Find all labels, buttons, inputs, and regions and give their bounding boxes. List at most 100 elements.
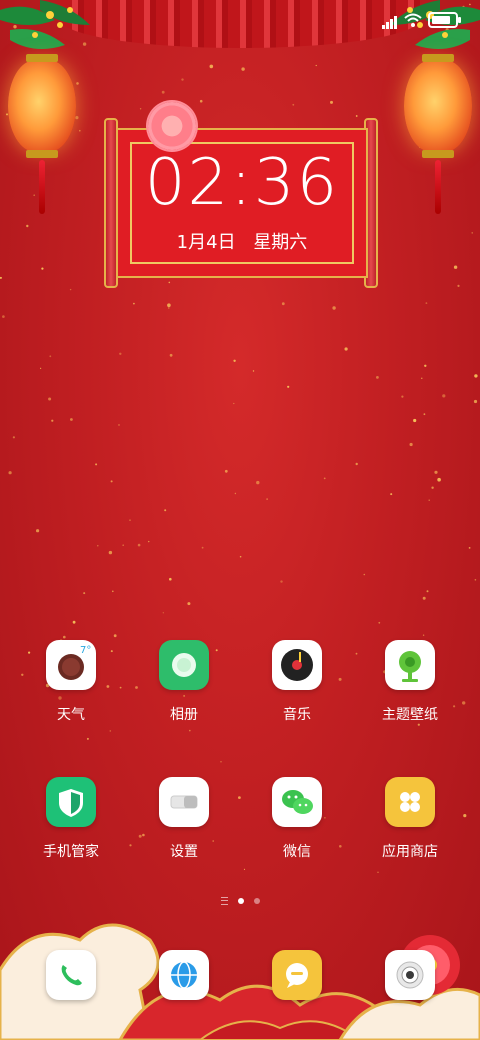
browser-icon <box>171 961 197 989</box>
sparkle-dot <box>72 620 76 624</box>
sparkle-dot <box>48 397 52 401</box>
sparkle-dot <box>457 284 460 287</box>
sparkle-dot <box>164 509 167 512</box>
sparkle-dot <box>199 99 203 103</box>
sparkle-dot <box>139 108 142 110</box>
sparkle-dot <box>41 267 44 270</box>
sparkle-dot <box>162 612 164 614</box>
sparkle-dot <box>129 519 131 521</box>
flower-decoration <box>148 102 196 150</box>
app-store[interactable]: 应用商店 <box>360 777 460 861</box>
sparkle-dot <box>243 868 246 871</box>
page-dot-2[interactable] <box>253 898 260 904</box>
app-label: 音乐 <box>283 707 311 723</box>
app-label: 手机管家 <box>43 844 99 860</box>
sparkle-dot <box>187 602 191 606</box>
sparkle-dot <box>474 374 478 378</box>
sparkle-dot <box>169 577 172 581</box>
gallery-icon <box>159 640 209 690</box>
app-label: 应用商店 <box>382 844 438 860</box>
clock-weekday: 星期六 <box>253 232 308 253</box>
app-wechat[interactable]: 微信 <box>247 777 347 861</box>
sparkle-dot <box>40 367 42 369</box>
sparkle-dot <box>76 82 79 85</box>
app-security[interactable]: 手机管家 <box>21 777 121 861</box>
music-icon <box>272 640 322 690</box>
wechat-icon <box>272 777 322 827</box>
sparkle-dot <box>355 652 358 655</box>
app-weather[interactable]: 7° 天气 <box>21 640 121 724</box>
sparkle-dot <box>425 302 428 304</box>
app-label: 主题壁纸 <box>382 707 438 723</box>
battery-charging-icon <box>428 11 461 28</box>
sparkle-dot <box>287 385 290 388</box>
dock-browser[interactable] <box>159 950 209 1000</box>
sparkle-dot <box>168 281 171 284</box>
page-indicator[interactable] <box>0 897 480 905</box>
sparkle-dot <box>118 424 120 426</box>
sparkle-dot <box>224 469 228 473</box>
app-themes[interactable]: 主题壁纸 <box>360 640 460 724</box>
settings-icon <box>159 777 209 827</box>
sparkle-dot <box>70 418 73 421</box>
sparkle-dot <box>473 399 478 404</box>
sparkle-dot <box>424 364 427 367</box>
sparkle-dot <box>209 64 214 69</box>
sparkle-dot <box>462 701 466 705</box>
dock-phone[interactable] <box>46 950 96 1000</box>
sparkle-dot <box>238 796 241 799</box>
clock-date-line: 1月4日 星期六 <box>118 228 366 254</box>
sparkle-dot <box>112 590 114 593</box>
clock-time: 02:36 <box>144 146 340 220</box>
app-music[interactable]: 音乐 <box>247 640 347 724</box>
sparkle-dot <box>280 580 283 583</box>
sparkle-dot <box>378 621 381 624</box>
messages-icon <box>286 963 308 988</box>
sparkle-dot <box>434 470 438 474</box>
dock-camera[interactable] <box>385 950 435 1000</box>
app-gallery[interactable]: 相册 <box>134 640 234 724</box>
sparkle-dot <box>119 352 122 355</box>
app-settings[interactable]: 设置 <box>134 777 234 861</box>
sparkle-dot <box>292 103 295 106</box>
sparkle-dot <box>315 64 317 67</box>
sparkle-dot <box>363 573 366 576</box>
sparkle-dot <box>426 590 429 593</box>
sparkle-dot <box>129 844 132 847</box>
page-dot-1[interactable] <box>237 898 244 904</box>
sparkle-dot <box>234 492 237 495</box>
themes-icon <box>385 640 435 690</box>
sparkle-dot <box>422 596 426 600</box>
sparkle-dot <box>468 547 471 549</box>
sparkle-dot <box>256 480 260 485</box>
sparkle-dot <box>409 442 413 447</box>
top-curtain-decoration <box>60 0 420 48</box>
sparkle-dot <box>422 634 425 636</box>
status-bar <box>382 10 461 29</box>
dock-messages[interactable] <box>272 950 322 1000</box>
sparkle-dot <box>323 477 326 480</box>
sparkle-dot <box>355 115 358 117</box>
sparkle-dot <box>239 555 242 558</box>
sparkle-dot <box>233 359 236 362</box>
page-list-icon <box>220 897 228 905</box>
sparkle-dot <box>51 419 54 422</box>
sparkle-dot <box>12 436 15 439</box>
sparkle-dot <box>220 761 222 763</box>
app-label: 天气 <box>57 707 85 723</box>
right-lantern-tassel <box>435 160 441 214</box>
clock-widget[interactable]: 02:36 1月4日 星期六 <box>116 128 368 278</box>
sparkle-dot <box>33 194 35 196</box>
sparkle-dot <box>252 370 255 372</box>
app-label: 微信 <box>283 844 311 860</box>
sparkle-dot <box>471 232 473 234</box>
sparkle-dot <box>86 737 89 740</box>
wifi-icon <box>404 13 422 27</box>
sparkle-dot <box>36 529 40 533</box>
sparkle-dot <box>110 480 113 483</box>
left-lantern-decoration <box>8 54 76 158</box>
sparkle-dot <box>413 418 417 423</box>
sparkle-dot <box>63 635 66 639</box>
sparkle-dot <box>79 129 81 132</box>
sparkle-dot <box>390 493 393 496</box>
